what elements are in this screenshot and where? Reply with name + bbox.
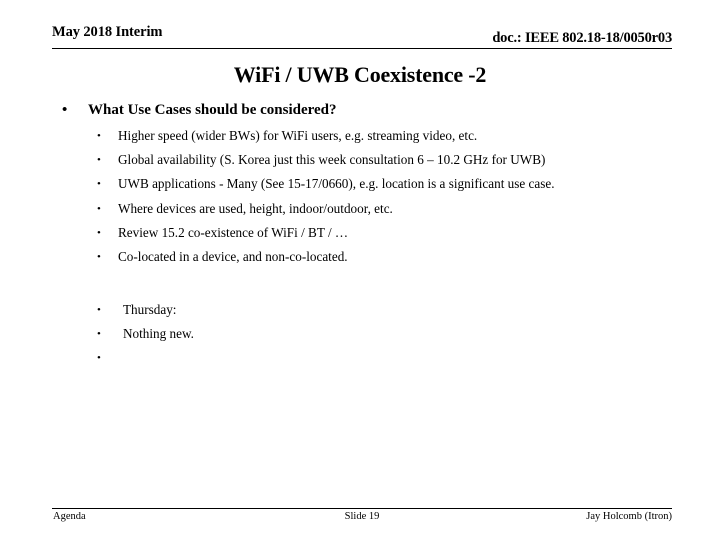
- list-item-label: Where devices are used, height, indoor/o…: [118, 200, 393, 216]
- list-item-label: Higher speed (wider BWs) for WiFi users,…: [118, 128, 478, 143]
- header-divider: [52, 48, 672, 49]
- bullet-marker-icon: •: [97, 352, 101, 364]
- list-item-empty: •: [0, 346, 720, 370]
- list-item: • Where devices are used, height, indoor…: [0, 197, 720, 221]
- bullet-marker-icon: •: [97, 154, 101, 167]
- notes-list: • Thursday: • Nothing new. •: [0, 298, 720, 370]
- list-item: • UWB applications - Many (See 15-17/066…: [0, 172, 720, 196]
- bullet-marker-icon: •: [97, 328, 101, 340]
- list-item: • Co-located in a device, and non-co-loc…: [0, 245, 720, 269]
- footer-slide-number: Slide 19: [344, 511, 380, 522]
- bullet-marker-icon: •: [97, 251, 101, 264]
- slide-footer: Agenda Slide 19 Jay Holcomb (Itron): [52, 511, 672, 527]
- list-item-label: Nothing new.: [123, 326, 194, 341]
- list-item-label: Global availability (S. Korea just this …: [118, 152, 546, 168]
- list-item: • Higher speed (wider BWs) for WiFi user…: [0, 124, 720, 148]
- list-item-label: Thursday:: [123, 302, 177, 317]
- bullet-level1-label: What Use Cases should be considered?: [88, 102, 337, 118]
- bullet-marker-icon: •: [97, 202, 101, 215]
- bullet-marker-icon: •: [97, 304, 101, 316]
- slide-body: • What Use Cases should be considered? •…: [0, 100, 720, 269]
- list-item: • Nothing new.: [0, 322, 720, 346]
- bullet-marker-icon: •: [97, 226, 101, 239]
- bullet-marker-icon: •: [62, 102, 68, 118]
- slide: May 2018 Interim doc.: IEEE 802.18-18/00…: [0, 0, 720, 540]
- list-item-label: Review 15.2 co-existence of WiFi / BT / …: [118, 224, 349, 240]
- slide-header: May 2018 Interim doc.: IEEE 802.18-18/00…: [52, 24, 672, 46]
- bullet-marker-icon: •: [97, 130, 101, 142]
- bullet-marker-icon: •: [97, 178, 101, 191]
- bullet-level1-use-cases: • What Use Cases should be considered?: [0, 100, 720, 120]
- header-meeting-label: May 2018 Interim: [52, 24, 163, 40]
- header-document-number: doc.: IEEE 802.18-18/0050r03: [492, 30, 672, 46]
- use-case-list: • Higher speed (wider BWs) for WiFi user…: [0, 124, 720, 269]
- footer-divider: [52, 508, 672, 509]
- list-item-label: Co-located in a device, and non-co-locat…: [118, 249, 348, 265]
- list-item-label: UWB applications - Many (See 15-17/0660)…: [118, 176, 555, 192]
- footer-author: Jay Holcomb (Itron): [586, 511, 672, 522]
- list-item: • Thursday:: [0, 298, 720, 322]
- list-item: • Global availability (S. Korea just thi…: [0, 148, 720, 172]
- page-title: WiFi / UWB Coexistence -2: [233, 62, 487, 87]
- list-item: • Review 15.2 co-existence of WiFi / BT …: [0, 221, 720, 245]
